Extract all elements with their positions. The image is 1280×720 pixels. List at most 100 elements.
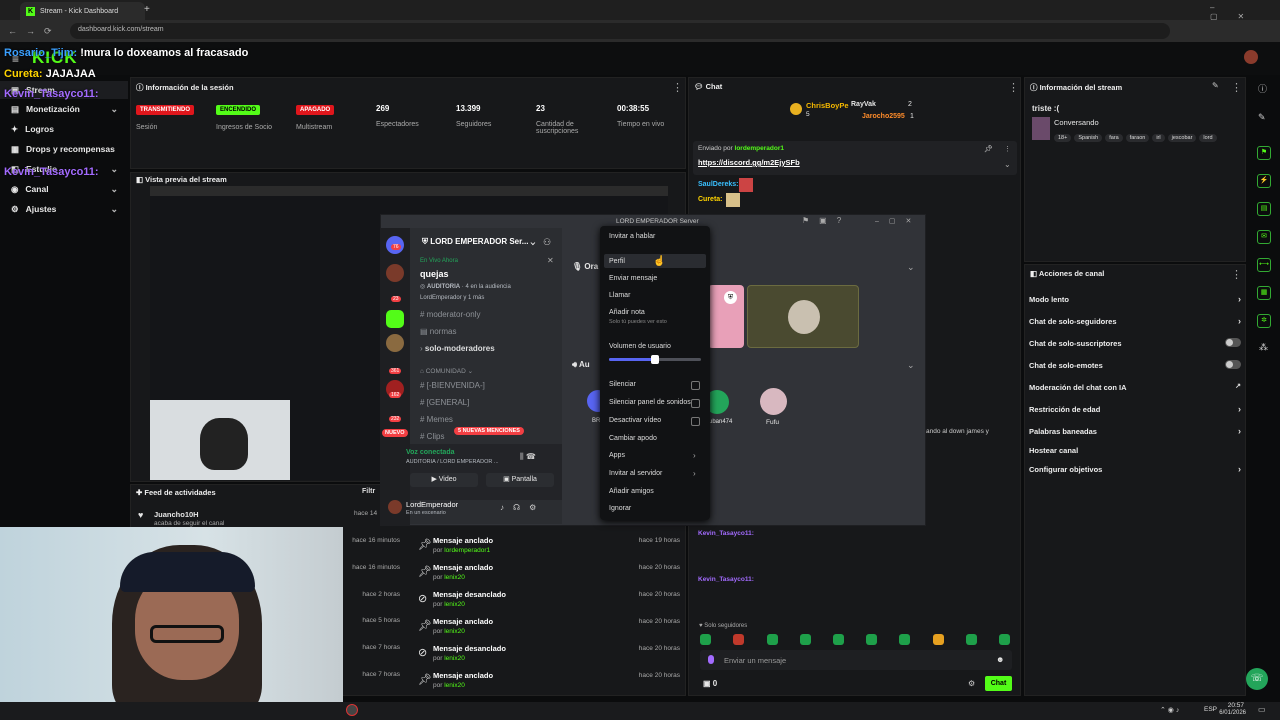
- channel-item[interactable]: # Clips: [420, 432, 444, 441]
- action-age-restriction[interactable]: Restricción de edad ›: [1029, 404, 1241, 414]
- discord-server-name[interactable]: ⛨ LORD EMPERADOR Ser... ⌄: [422, 237, 535, 247]
- emote-button[interactable]: [700, 634, 711, 645]
- voice-controls-icon[interactable]: ⫼ ☎: [520, 452, 536, 462]
- menu-item-disable-video[interactable]: Desactivar vídeo: [609, 417, 661, 424]
- menu-item-mute[interactable]: Silenciar: [609, 381, 636, 388]
- sidebar-item-canal[interactable]: ◉ Canal ⌄: [0, 180, 128, 198]
- stream-category[interactable]: Conversando: [1054, 118, 1099, 127]
- more-icon[interactable]: ⋮: [672, 81, 683, 94]
- add-member-icon[interactable]: ⚇: [543, 237, 551, 248]
- more-icon[interactable]: ⋮: [1004, 145, 1011, 153]
- subscribers-only-toggle[interactable]: [1225, 338, 1241, 347]
- emote-button[interactable]: [833, 634, 844, 645]
- action-configure-goals[interactable]: Configurar objetivos ›: [1029, 464, 1241, 474]
- action-slow-mode[interactable]: Modo lento ›: [1029, 294, 1241, 304]
- mute-checkbox[interactable]: [691, 381, 700, 390]
- menu-item-apps[interactable]: Apps: [609, 452, 625, 459]
- filter-button[interactable]: Filtr: [362, 488, 375, 495]
- chat-username[interactable]: Kevin_Tasayco11:: [698, 530, 754, 537]
- volume-slider-handle[interactable]: [651, 355, 659, 364]
- pin-icon[interactable]: 📌︎: [984, 145, 993, 153]
- stage-name[interactable]: quejas: [420, 269, 449, 279]
- more-icon[interactable]: ⋮: [1231, 81, 1242, 94]
- emote-button[interactable]: [899, 634, 910, 645]
- edit-icon[interactable]: ✎: [1212, 81, 1219, 90]
- chat-username[interactable]: Cureta:: [698, 196, 723, 203]
- channel-item[interactable]: # moderator-only: [420, 310, 480, 319]
- server-icon[interactable]: [386, 334, 404, 352]
- chevron-down-icon[interactable]: ⌄: [1004, 160, 1011, 169]
- chevron-down-icon[interactable]: ⌄: [907, 262, 915, 273]
- participant-avatar[interactable]: [760, 388, 787, 415]
- gear-icon[interactable]: ⚙: [968, 679, 975, 688]
- sidebar-item-ajustes[interactable]: ⚙ Ajustes ⌄: [0, 200, 128, 218]
- user-controls-icon[interactable]: ♪☊⚙: [500, 503, 545, 512]
- screen-button[interactable]: ▣ Pantalla: [486, 473, 554, 487]
- emote-button[interactable]: [767, 634, 778, 645]
- info-icon[interactable]: ⓘ: [1258, 82, 1267, 95]
- channel-item[interactable]: # [-BIENVENIDA-]: [420, 381, 485, 390]
- sidebar-item-logros[interactable]: ✦ Logros: [0, 120, 128, 138]
- sidebar-item-monetizacion[interactable]: ▤ Monetización ⌄: [0, 100, 128, 118]
- rail-chat-icon[interactable]: ✉: [1257, 230, 1271, 244]
- tray-icons[interactable]: ⌃ ◉ ♪: [1160, 706, 1179, 714]
- rail-quick-action-6[interactable]: ▦: [1257, 286, 1271, 300]
- soundboard-checkbox[interactable]: [691, 399, 700, 408]
- rail-wrench-icon[interactable]: ✲: [1257, 314, 1271, 328]
- emote-button[interactable]: [999, 634, 1010, 645]
- user-avatar[interactable]: [1244, 50, 1258, 64]
- emoji-icon[interactable]: ☻: [996, 655, 1004, 664]
- rail-more-icon[interactable]: ⁂: [1259, 342, 1268, 353]
- discord-title-icons[interactable]: ⚑▣?: [802, 216, 851, 225]
- activity-row-user[interactable]: lenix20: [444, 574, 465, 581]
- new-tab-icon[interactable]: +: [144, 4, 150, 15]
- action-ai-moderation[interactable]: Moderación del chat con IA ↗: [1029, 383, 1241, 392]
- menu-item-mute-soundboard[interactable]: Silenciar panel de sonidos: [609, 399, 691, 406]
- pinned-link[interactable]: https://discord.gg/m2EjySFb: [698, 158, 800, 167]
- emote-button[interactable]: [966, 634, 977, 645]
- action-banned-words[interactable]: Palabras baneadas ›: [1029, 426, 1241, 436]
- channel-item[interactable]: ▤ normas: [420, 327, 456, 336]
- video-checkbox[interactable]: [691, 417, 700, 426]
- menu-item-invite-to-speak[interactable]: Invitar a hablar: [609, 233, 655, 240]
- activity-row-user[interactable]: lenix20: [444, 601, 465, 608]
- emote-button[interactable]: [733, 634, 744, 645]
- taskbar-obs-icon[interactable]: [346, 704, 358, 716]
- emotes-only-toggle[interactable]: [1225, 360, 1241, 369]
- send-chat-button[interactable]: Chat: [985, 676, 1012, 691]
- help-chat-button[interactable]: ☏: [1246, 668, 1268, 690]
- activity-row-user[interactable]: lenix20: [444, 655, 465, 662]
- emote-button[interactable]: [866, 634, 877, 645]
- activity-row-user[interactable]: lenix20: [444, 682, 465, 689]
- edit-icon[interactable]: ✎: [1258, 112, 1266, 123]
- browser-tab[interactable]: K Stream - Kick Dashboard: [20, 2, 145, 20]
- points-counter[interactable]: ▣ 0: [703, 679, 717, 688]
- channel-item[interactable]: › solo-moderadores: [420, 344, 495, 353]
- emote-button[interactable]: [800, 634, 811, 645]
- server-icon[interactable]: [386, 264, 404, 282]
- chevron-down-icon[interactable]: ⌄: [907, 360, 915, 371]
- video-button[interactable]: ▶ Video: [410, 473, 478, 487]
- menu-item-add-friends[interactable]: Añadir amigos: [609, 488, 654, 495]
- menu-item-change-nickname[interactable]: Cambiar apodo: [609, 435, 657, 442]
- rail-quick-action-2[interactable]: ⚡: [1257, 174, 1271, 188]
- window-controls[interactable]: –▢✕: [875, 217, 921, 225]
- menu-item-profile[interactable]: Perfil: [609, 258, 625, 265]
- kick-server-icon[interactable]: [386, 310, 404, 328]
- window-controls[interactable]: –▢✕: [1210, 3, 1280, 21]
- menu-item-send-message[interactable]: Enviar mensaje: [609, 275, 657, 282]
- menu-item-add-note[interactable]: Añadir nota: [609, 309, 645, 316]
- chat-username[interactable]: SaulDereks:: [698, 181, 738, 188]
- rail-quick-action-3[interactable]: ▤: [1257, 202, 1271, 216]
- menu-item-call[interactable]: Llamar: [609, 292, 630, 299]
- rail-quick-action-1[interactable]: ⚑: [1257, 146, 1271, 160]
- rail-quick-action-5[interactable]: ⟷: [1257, 258, 1271, 272]
- url-field[interactable]: dashboard.kick.com/stream: [70, 23, 1170, 39]
- more-icon[interactable]: ⋮: [1008, 81, 1019, 94]
- activity-row-user[interactable]: lenix20: [444, 628, 465, 635]
- taskbar-time[interactable]: 20:57: [1222, 702, 1244, 709]
- action-followers-only[interactable]: Chat de solo-seguidores ›: [1029, 316, 1241, 326]
- new-mentions-pill[interactable]: 5 NUEVAS MENCIONES: [454, 427, 524, 435]
- channel-item[interactable]: # [GENERAL]: [420, 398, 469, 407]
- action-host-channel[interactable]: Hostear canal: [1029, 446, 1241, 455]
